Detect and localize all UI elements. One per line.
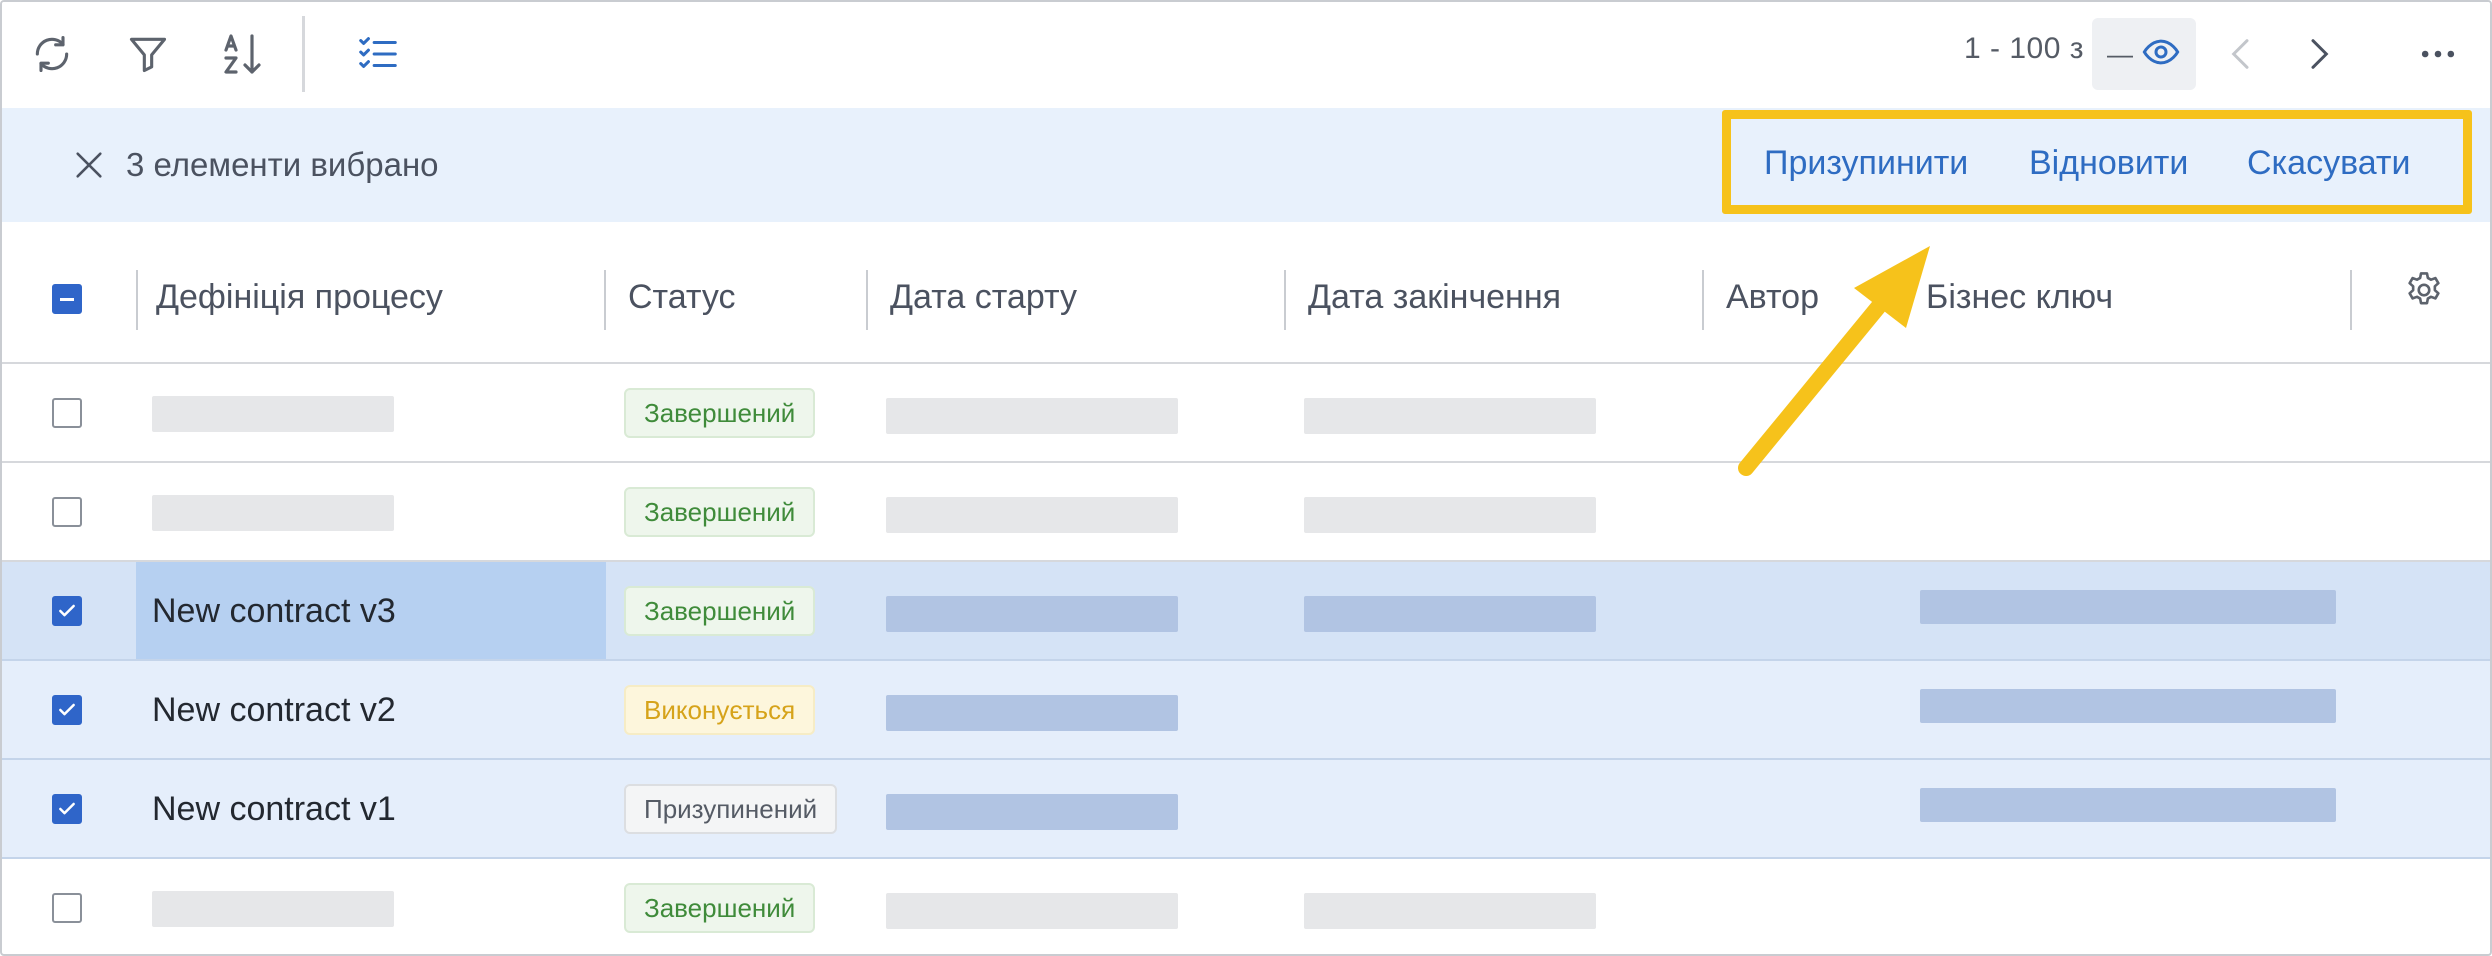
process-instances-table-panel: 1 - 100 з — 3 елементи вибрано Призупини… — [0, 0, 2492, 956]
annotation-arrow-icon — [1738, 246, 1930, 476]
